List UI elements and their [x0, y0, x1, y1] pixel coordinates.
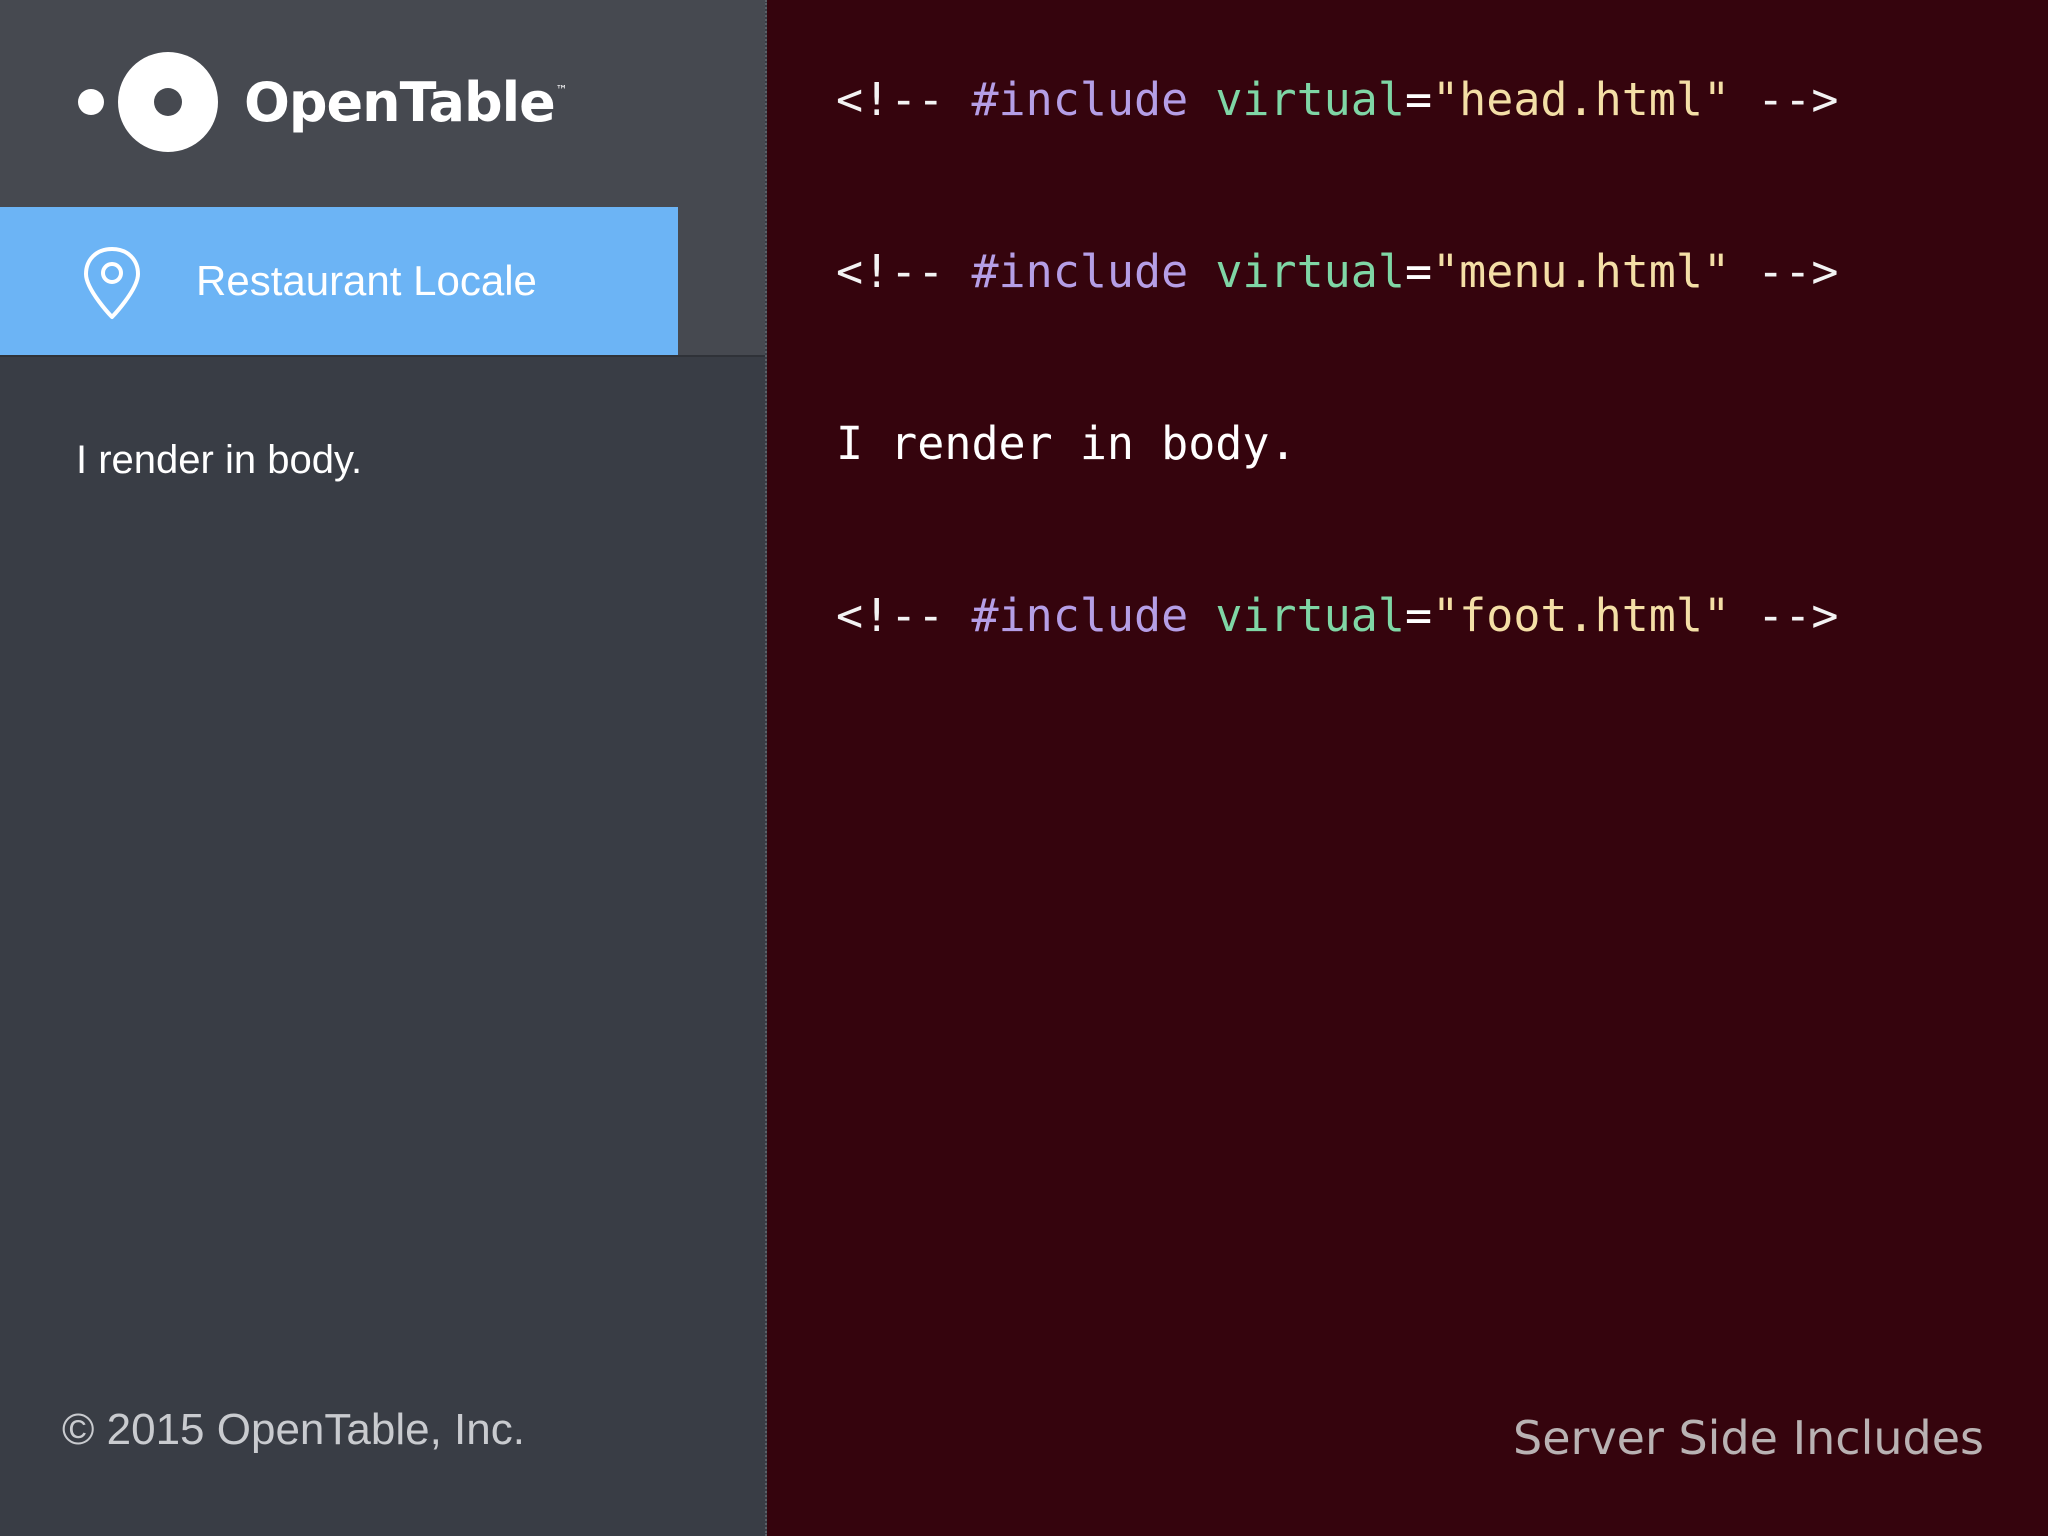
include-directive: #include — [971, 245, 1189, 298]
menu-item-label: Restaurant Locale — [196, 257, 537, 304]
slide: OpenTable ™ Restaurant Locale I render in… — [0, 0, 2048, 1536]
comment-open: <!-- — [836, 245, 972, 298]
preview-body-text: I render in body. — [76, 438, 363, 482]
opentable-logo[interactable]: OpenTable ™ — [78, 52, 568, 152]
code-line-head-include: <!-- #include virtual="head.html" --> — [836, 70, 1838, 130]
logo-dot-icon — [78, 89, 104, 115]
equals-sign: = — [1404, 73, 1433, 126]
comment-close: --> — [1730, 589, 1839, 642]
logo-ring-icon — [118, 52, 218, 152]
plain-text: I render in body. — [836, 417, 1297, 470]
include-path: "foot.html" — [1432, 589, 1731, 642]
preview-menu: Restaurant Locale — [0, 207, 765, 357]
virtual-attribute: virtual — [1215, 73, 1405, 126]
map-pin-icon — [84, 247, 140, 319]
comment-open: <!-- — [836, 73, 972, 126]
virtual-attribute: virtual — [1215, 245, 1405, 298]
menu-item-restaurant-locale[interactable]: Restaurant Locale — [0, 207, 678, 355]
code-line-menu-include: <!-- #include virtual="menu.html" --> — [836, 242, 1838, 302]
include-directive: #include — [971, 589, 1189, 642]
comment-open: <!-- — [836, 589, 972, 642]
equals-sign: = — [1404, 245, 1433, 298]
preview-header: OpenTable ™ — [0, 0, 765, 207]
equals-sign: = — [1404, 589, 1433, 642]
preview-footer-copyright: © 2015 OpenTable, Inc. — [62, 1405, 525, 1454]
include-path: "head.html" — [1432, 73, 1731, 126]
include-path: "menu.html" — [1432, 245, 1731, 298]
trademark-mark: ™ — [555, 82, 568, 97]
virtual-attribute: virtual — [1215, 589, 1405, 642]
comment-close: --> — [1730, 245, 1839, 298]
slide-caption: Server Side Includes — [1513, 1411, 1984, 1465]
comment-close: --> — [1730, 73, 1839, 126]
include-directive: #include — [971, 73, 1189, 126]
code-line-foot-include: <!-- #include virtual="foot.html" --> — [836, 586, 1838, 646]
rendered-preview-panel: OpenTable ™ Restaurant Locale I render in… — [0, 0, 767, 1536]
code-line-body-text: I render in body. — [836, 414, 1297, 474]
brand-name: OpenTable ™ — [244, 70, 568, 134]
